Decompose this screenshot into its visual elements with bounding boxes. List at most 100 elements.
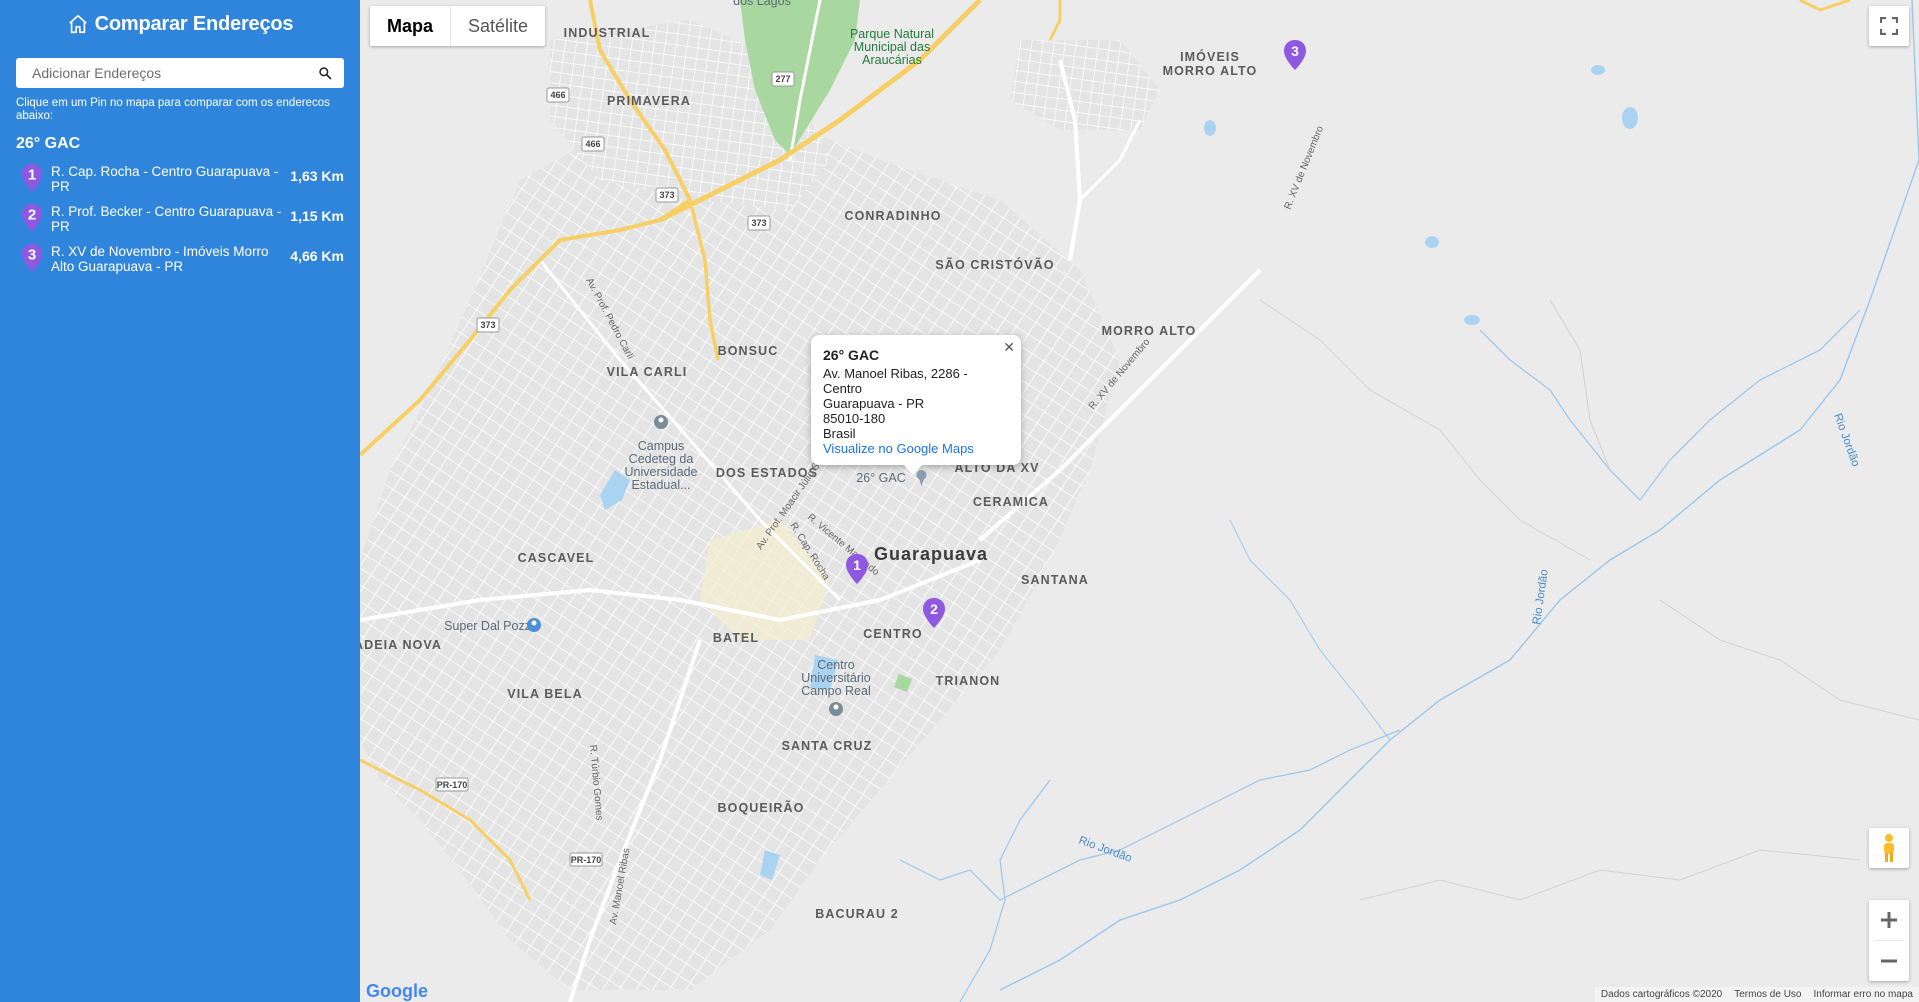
poi-label: Cedeteg da xyxy=(629,452,694,466)
app-title: Comparar Endereços xyxy=(94,12,294,35)
pin-icon: 2 xyxy=(22,204,42,232)
map-data-credit: Dados cartográficos ©2020 xyxy=(1600,989,1723,1000)
info-title: 26° GAC xyxy=(823,347,880,363)
map[interactable]: 466 466 277 373 373 373 PR-170 PR-170 IN… xyxy=(360,0,1919,1002)
zoom-out-button[interactable] xyxy=(1869,941,1909,981)
google-logo: Google xyxy=(366,981,428,1001)
terms-link[interactable]: Termos de Uso xyxy=(1734,989,1801,1000)
address-text: R. Prof. Becker - Centro Guarapuava - PR xyxy=(51,204,282,234)
zoom-control xyxy=(1869,900,1909,981)
pin-icon: 3 xyxy=(22,244,42,272)
street-view-button[interactable] xyxy=(1869,828,1909,868)
map-type-satellite-button[interactable]: Satélite xyxy=(451,6,545,46)
pegman-icon xyxy=(1884,834,1894,862)
poi-marker-icon[interactable] xyxy=(654,415,668,429)
svg-text:466: 466 xyxy=(585,139,600,149)
search-box[interactable] xyxy=(16,58,344,88)
app-header: Comparar Endereços xyxy=(16,11,344,37)
sidebar: Comparar Endereços Clique em um Pin no m… xyxy=(0,0,360,1002)
poi-label: Centro xyxy=(817,658,855,672)
poi-label: Araucárias xyxy=(862,53,922,67)
poi-label: Campus xyxy=(638,439,685,453)
svg-text:PR-170: PR-170 xyxy=(571,855,602,865)
search-icon[interactable] xyxy=(318,66,332,80)
road-shield: 277 xyxy=(771,71,795,87)
road-shield: 373 xyxy=(476,317,500,333)
neighborhood-label: CASCAVEL xyxy=(518,551,595,565)
poi-label: Parque Natural xyxy=(850,27,934,41)
address-item[interactable]: 1 R. Cap. Rocha - Centro Guarapuava - PR… xyxy=(16,163,344,194)
address-text: R. Cap. Rocha - Centro Guarapuava - PR xyxy=(51,164,279,194)
poi-label: Municipal das xyxy=(854,40,930,54)
address-item[interactable]: 2 R. Prof. Becker - Centro Guarapuava - … xyxy=(16,203,344,234)
plus-icon xyxy=(1881,912,1897,928)
poi-marker-icon[interactable] xyxy=(527,618,541,632)
svg-text:1: 1 xyxy=(853,557,861,573)
neighborhood-label: ADEIA NOVA xyxy=(360,638,442,652)
road-shield: PR-170 xyxy=(435,777,469,792)
fullscreen-button[interactable] xyxy=(1869,6,1909,46)
origin-marker-label: 26° GAC xyxy=(856,471,905,485)
poi-label: Super Dal Pozzo xyxy=(444,619,538,633)
address-number: 1 xyxy=(28,167,36,184)
home-icon xyxy=(68,14,87,34)
neighborhood-label: CONRADINHO xyxy=(844,209,941,223)
svg-text:2: 2 xyxy=(930,601,938,617)
neighborhood-label: MORRO ALTO xyxy=(1163,64,1258,78)
poi-label: Campo Real xyxy=(801,684,870,698)
poi-marker-icon[interactable] xyxy=(829,702,843,716)
svg-text:373: 373 xyxy=(751,218,766,228)
road-shield: 466 xyxy=(546,87,570,103)
poi-label: Estadual... xyxy=(631,478,690,492)
minus-icon xyxy=(1881,959,1897,963)
lake xyxy=(1425,236,1439,248)
neighborhood-label: SÃO CRISTÓVÃO xyxy=(935,257,1054,272)
zoom-in-button[interactable] xyxy=(1869,900,1909,940)
poi-label: Universidade xyxy=(625,465,698,479)
lake xyxy=(1464,315,1480,325)
neighborhood-label: CERAMICA xyxy=(973,495,1049,509)
map-type-map-button[interactable]: Mapa xyxy=(370,6,450,46)
info-address-line: 85010-180 xyxy=(823,411,886,426)
search-input[interactable] xyxy=(32,65,318,81)
info-window-tail xyxy=(903,464,923,475)
neighborhood-label: VILA CARLI xyxy=(607,365,688,379)
info-address-line: Centro xyxy=(823,381,863,396)
neighborhood-label: IMÓVEIS xyxy=(1180,49,1240,64)
neighborhood-label: MORRO ALTO xyxy=(1102,324,1197,338)
address-number: 3 xyxy=(28,247,36,264)
address-number: 2 xyxy=(28,207,36,224)
info-address-line: Brasil xyxy=(823,426,856,441)
address-distance: 1,63 Km xyxy=(290,168,344,184)
close-icon[interactable]: ✕ xyxy=(1003,339,1015,356)
info-window: 26° GAC Av. Manoel Ribas, 2286 - Centro … xyxy=(811,335,1021,475)
neighborhood-label: CENTRO xyxy=(863,627,922,641)
svg-text:277: 277 xyxy=(775,74,790,84)
map-canvas[interactable]: 466 466 277 373 373 373 PR-170 PR-170 IN… xyxy=(360,0,1919,1002)
lake xyxy=(1591,65,1605,75)
neighborhood-label: BOQUEIRÃO xyxy=(718,800,805,815)
report-error-link[interactable]: Informar erro no mapa xyxy=(1814,989,1914,1000)
neighborhood-label: INDUSTRIAL xyxy=(564,26,651,40)
hint-text: Clique em um Pin no mapa para comparar c… xyxy=(16,97,330,122)
road-shield: 373 xyxy=(655,187,679,203)
pin-icon: 1 xyxy=(22,164,42,192)
road-shield: 373 xyxy=(747,215,771,231)
neighborhood-label: TRIANON xyxy=(936,674,1001,688)
map-type-control: Mapa Satélite xyxy=(370,6,546,46)
neighborhood-label: PRIMAVERA xyxy=(607,94,691,108)
road-shield: 466 xyxy=(581,136,605,152)
neighborhood-label: BONSUC xyxy=(718,344,779,358)
neighborhood-label: VILA BELA xyxy=(507,687,582,701)
neighborhood-label: BACURAU 2 xyxy=(815,907,899,921)
svg-text:PR-170: PR-170 xyxy=(437,780,468,790)
map-footer: Dados cartográficos ©2020 Termos de Uso … xyxy=(1594,987,1919,1002)
address-distance: 4,66 Km xyxy=(290,248,344,264)
svg-text:373: 373 xyxy=(480,320,495,330)
neighborhood-label: SANTANA xyxy=(1021,573,1089,587)
address-item[interactable]: 3 R. XV de Novembro - Imóveis Morro Alto… xyxy=(16,243,344,274)
info-address-line: Guarapuava - PR xyxy=(823,396,925,411)
poi-label: dos Lagos xyxy=(733,0,791,8)
address-text: R. XV de Novembro - Imóveis Morro Alto G… xyxy=(51,244,269,274)
view-on-google-maps-link[interactable]: Visualize no Google Maps xyxy=(823,441,974,456)
